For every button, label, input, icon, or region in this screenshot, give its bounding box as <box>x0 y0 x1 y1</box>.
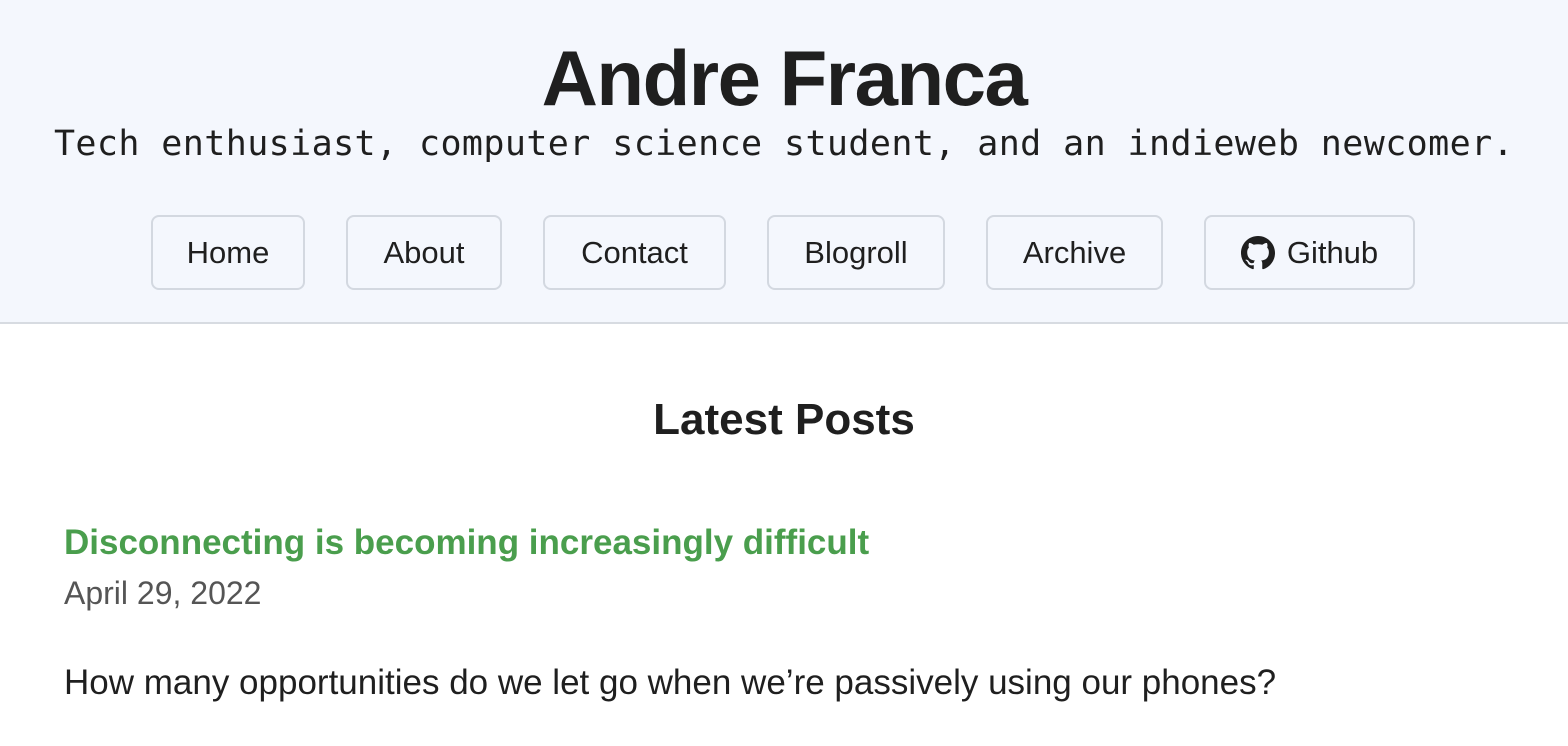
nav-archive-label: Archive <box>1022 234 1127 270</box>
nav-github-button[interactable]: Github <box>1204 215 1415 290</box>
nav-about-button[interactable]: About <box>346 215 502 290</box>
nav-home-button[interactable]: Home <box>151 215 305 290</box>
site-tagline: Tech enthusiast, computer science studen… <box>53 124 1515 164</box>
nav-blogroll-button[interactable]: Blogroll <box>767 215 945 290</box>
post-title-link[interactable]: Disconnecting is becoming increasingly d… <box>64 520 869 566</box>
nav-archive-button[interactable]: Archive <box>986 215 1163 290</box>
nav-about-label: About <box>383 234 465 270</box>
nav-contact-button[interactable]: Contact <box>543 215 726 290</box>
nav-contact-label: Contact <box>581 234 688 270</box>
nav-home-label: Home <box>186 234 270 270</box>
nav-blogroll-label: Blogroll <box>804 234 908 270</box>
post-excerpt: How many opportunities do we let go when… <box>64 663 1277 702</box>
site-header: Andre Franca Tech enthusiast, computer s… <box>0 0 1568 324</box>
site-title[interactable]: Andre Franca <box>0 30 1568 126</box>
latest-posts-heading: Latest Posts <box>653 395 915 444</box>
github-icon <box>1240 235 1275 269</box>
nav-github-label: Github <box>1286 234 1379 270</box>
post-date: April 29, 2022 <box>64 575 262 611</box>
